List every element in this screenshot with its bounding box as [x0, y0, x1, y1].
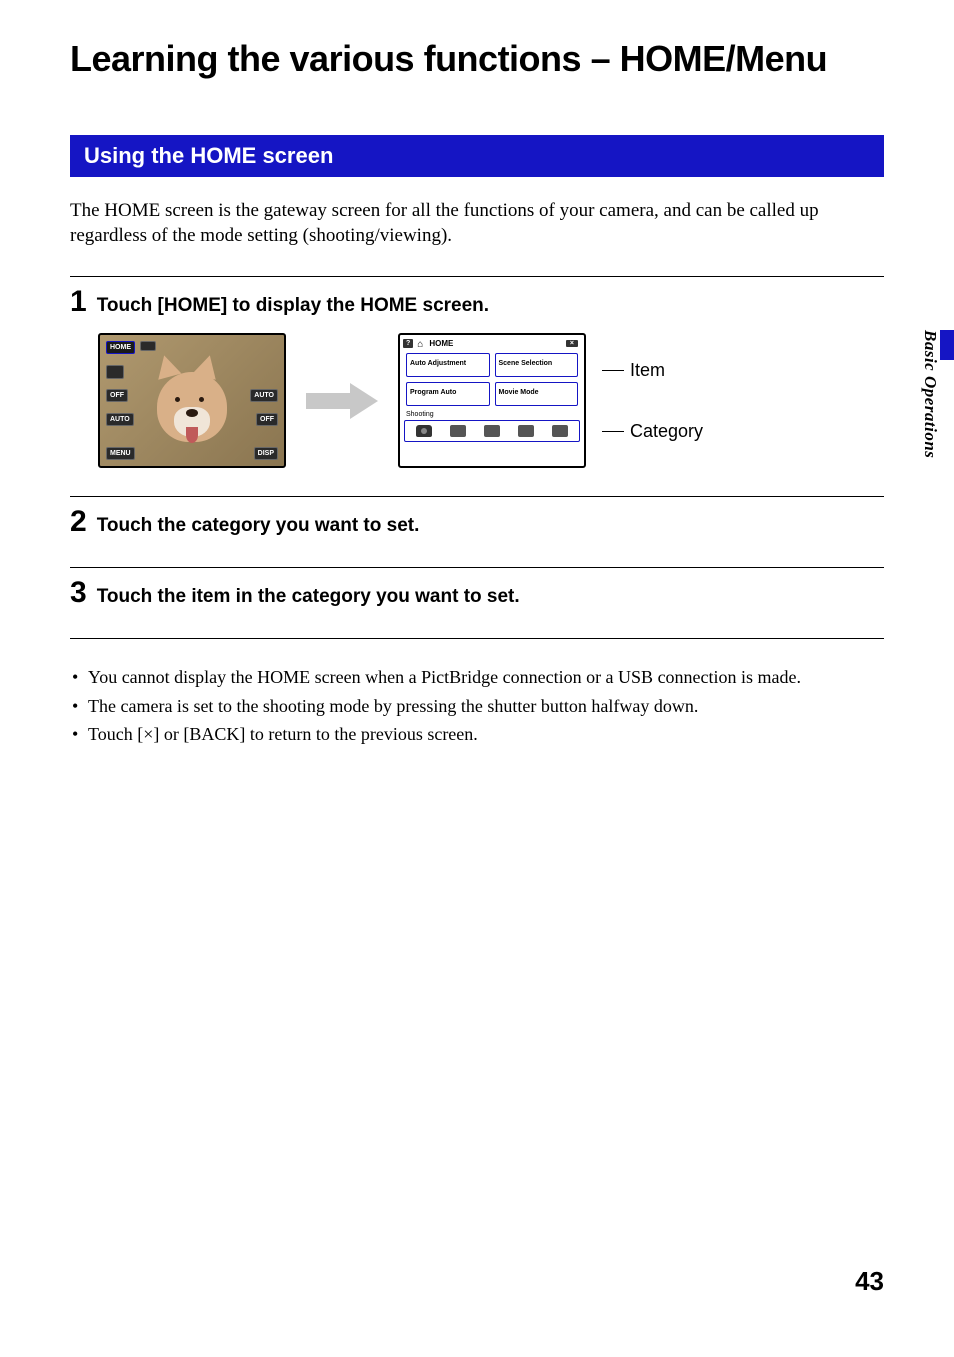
home-item-movie-mode[interactable]: Movie Mode	[495, 382, 579, 406]
callout-item: Item	[630, 360, 665, 381]
camera-flash-indicator[interactable]: AUTO	[250, 389, 278, 402]
camera-timer-indicator[interactable]: OFF	[256, 413, 278, 426]
step-2: 2 Touch the category you want to set.	[70, 496, 884, 539]
home-item-program-auto[interactable]: Program Auto	[406, 382, 490, 406]
home-item-auto-adjustment[interactable]: Auto Adjustment	[406, 353, 490, 377]
note-item: The camera is set to the shooting mode b…	[70, 694, 884, 718]
side-tab-label: Basic Operations	[920, 330, 940, 458]
close-button[interactable]: ×	[566, 340, 578, 347]
step-number: 3	[70, 576, 87, 610]
camera-preview-screen: HOME OFF AUTO AUTO OFF MENU DISP	[98, 333, 286, 468]
page-number: 43	[855, 1266, 884, 1297]
category-print-icon[interactable]	[484, 425, 500, 437]
home-category-label: Shooting	[400, 411, 584, 418]
page-container: Learning the various functions – HOME/Me…	[0, 0, 954, 1357]
step-text: Touch the item in the category you want …	[97, 586, 520, 608]
step-1: 1 Touch [HOME] to display the HOME scree…	[70, 276, 884, 468]
notes-list: You cannot display the HOME screen when …	[70, 665, 884, 746]
step1-diagram: HOME OFF AUTO AUTO OFF MENU DISP ? HOME	[98, 333, 884, 468]
home-icon	[417, 334, 423, 352]
intro-paragraph: The HOME screen is the gateway screen fo…	[70, 199, 884, 248]
battery-icon	[140, 341, 156, 351]
arrow-right-icon	[306, 383, 378, 419]
note-item: Touch [×] or [BACK] to return to the pre…	[70, 722, 884, 746]
side-tab: Basic Operations	[928, 330, 954, 500]
help-button[interactable]: ?	[403, 339, 413, 348]
step-number: 2	[70, 505, 87, 539]
home-screen-title: HOME	[429, 339, 453, 348]
home-item-scene-selection[interactable]: Scene Selection	[495, 353, 579, 377]
camera-menu-button[interactable]: MENU	[106, 447, 135, 460]
category-manage-icon[interactable]	[518, 425, 534, 437]
dog-illustration	[137, 357, 247, 457]
step-number: 1	[70, 285, 87, 319]
category-settings-icon[interactable]	[552, 425, 568, 437]
home-menu-screen: ? HOME × Auto Adjustment Scene Selection…	[398, 333, 586, 468]
camera-home-button[interactable]: HOME	[106, 341, 135, 354]
camera-disp-button[interactable]: DISP	[254, 447, 278, 460]
category-shooting-icon[interactable]	[416, 425, 432, 437]
callout-category: Category	[630, 421, 703, 442]
category-view-icon[interactable]	[450, 425, 466, 437]
section-heading: Using the HOME screen	[70, 135, 884, 177]
step-text: Touch the category you want to set.	[97, 515, 420, 537]
step-3: 3 Touch the item in the category you wan…	[70, 567, 884, 639]
side-tab-marker	[940, 330, 954, 360]
step-text: Touch [HOME] to display the HOME screen.	[97, 295, 489, 317]
note-item: You cannot display the HOME screen when …	[70, 665, 884, 689]
camera-off-indicator[interactable]: OFF	[106, 389, 128, 402]
camera-auto-indicator[interactable]: AUTO	[106, 413, 134, 426]
home-category-row	[404, 420, 580, 442]
page-title: Learning the various functions – HOME/Me…	[70, 38, 884, 80]
callout-column: Item Category	[602, 360, 703, 442]
memory-icon	[106, 365, 124, 379]
